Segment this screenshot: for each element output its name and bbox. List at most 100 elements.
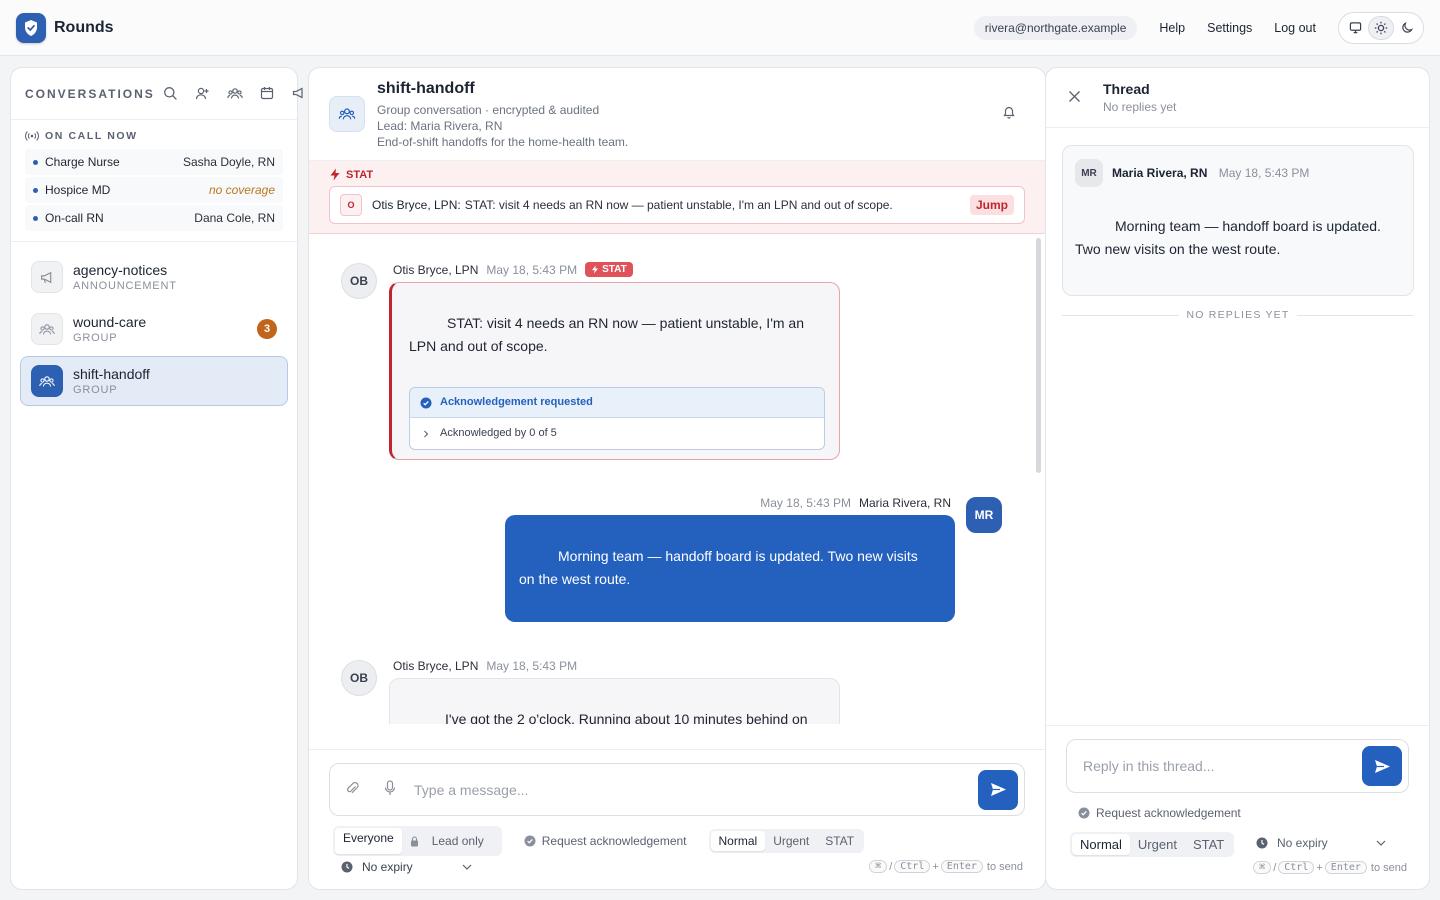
priority-normal[interactable]: Normal — [1072, 834, 1130, 855]
stat-text: STAT: visit 4 needs an RN now — patient … — [464, 198, 893, 212]
message-meta: Otis Bryce, LPN May 18, 5:43 PM — [393, 659, 577, 673]
message-time: May 18, 5:43 PM — [486, 659, 578, 673]
on-call-person: no coverage — [208, 183, 275, 197]
message-text: I've got the 2 o'clock. Running about 10… — [445, 711, 808, 724]
composer: Type a message... Everyone Lead only Req… — [309, 749, 1045, 889]
check-circle-icon — [1078, 807, 1090, 819]
audience-everyone[interactable]: Everyone — [335, 828, 402, 854]
conversation-type: GROUP — [73, 332, 118, 344]
audience-toggle: Everyone Lead only — [333, 826, 502, 856]
stat-label: STAT — [346, 168, 374, 181]
conversation-pane: shift-handoff Group conversation · encry… — [308, 67, 1046, 890]
check-circle-icon — [420, 397, 432, 408]
thread-title: Thread — [1103, 81, 1150, 97]
sidebar: CONVERSATIONS ON CALL NOW Charge Nurse S… — [10, 67, 303, 890]
message-bubble[interactable]: I've got the 2 o'clock. Running about 10… — [389, 678, 840, 724]
bell-icon[interactable] — [1001, 104, 1017, 123]
on-call-role: Charge Nurse — [45, 155, 120, 169]
priority-urgent[interactable]: Urgent — [765, 831, 817, 851]
sun-icon[interactable] — [1368, 15, 1394, 40]
keyboard-hint: ⌘ / Ctrl + Enter to send — [1251, 861, 1407, 874]
conversation-agency-notices[interactable]: agency-notices ANNOUNCEMENT — [20, 252, 288, 302]
keyboard-hint: ⌘ / Ctrl + Enter to send — [867, 860, 1023, 873]
message-bubble[interactable]: Morning team — handoff board is updated.… — [505, 515, 955, 622]
on-call-title: ON CALL NOW — [45, 130, 138, 142]
priority-stat[interactable]: STAT — [817, 831, 862, 851]
conversation-name: agency-notices — [73, 262, 168, 278]
ack-title: Acknowledgement requested — [440, 396, 593, 408]
message-list: OB Otis Bryce, LPN May 18, 5:43 PM STAT … — [309, 234, 1045, 724]
ack-count: Acknowledged by 0 of 5 — [440, 427, 557, 439]
unread-badge: 3 — [257, 319, 277, 339]
thread-panel: Thread No replies yet MR Maria Rivera, R… — [1045, 67, 1431, 891]
request-ack-toggle[interactable]: Request acknowledgement — [1078, 806, 1241, 820]
thread-composer: Reply in this thread... Request acknowle… — [1046, 725, 1431, 891]
ack-expander[interactable]: Acknowledged by 0 of 5 — [410, 418, 824, 449]
settings-link[interactable]: Settings — [1207, 21, 1252, 35]
new-group-icon[interactable] — [219, 86, 251, 101]
message-meta: Maria Rivera, RN May 18, 5:43 PM — [1112, 166, 1309, 180]
message-bubble[interactable]: STAT: visit 4 needs an RN now — patient … — [389, 282, 840, 460]
chevron-down-icon — [462, 864, 472, 870]
logout-link[interactable]: Log out — [1274, 21, 1316, 35]
priority-normal[interactable]: Normal — [710, 831, 766, 851]
message-time: May 18, 5:43 PM — [760, 496, 851, 510]
message-composer: Type a message... — [329, 763, 1025, 816]
chevron-down-icon — [1376, 840, 1386, 846]
shield-logo-icon — [16, 12, 46, 43]
send-button[interactable] — [1362, 746, 1402, 786]
jump-button[interactable]: Jump — [969, 195, 1014, 215]
on-call-row: Hospice MD no coverage — [25, 177, 283, 203]
monitor-icon[interactable] — [1342, 16, 1368, 40]
conversation-name: shift-handoff — [73, 366, 150, 382]
priority-urgent[interactable]: Urgent — [1130, 834, 1185, 855]
group-icon — [31, 365, 63, 397]
conversation-shift-handoff[interactable]: shift-handoff GROUP — [20, 356, 288, 406]
add-person-icon[interactable] — [187, 86, 219, 101]
check-circle-icon — [524, 835, 536, 847]
calendar-icon[interactable] — [251, 86, 283, 101]
channel-lead: Lead: Maria Rivera, RN — [377, 119, 503, 133]
pinned-stat-message[interactable]: O Otis Bryce, LPN: STAT: visit 4 needs a… — [329, 186, 1025, 224]
expiry-select[interactable]: No expiry — [341, 860, 472, 874]
microphone-icon[interactable] — [384, 780, 396, 799]
message-text: Morning team — handoff board is updated.… — [519, 548, 918, 587]
broadcast-icon — [25, 131, 39, 141]
priority-toggle: Normal Urgent STAT — [708, 829, 865, 853]
avatar: O — [340, 194, 362, 216]
lock-icon — [410, 835, 418, 846]
close-icon[interactable] — [1068, 90, 1081, 106]
message-author: Otis Bryce, LPN — [393, 262, 479, 277]
conversation-name: wound-care — [73, 314, 147, 330]
expiry-select[interactable]: No expiry — [1256, 836, 1386, 850]
group-icon — [329, 96, 365, 132]
priority-stat[interactable]: STAT — [1185, 834, 1232, 855]
paperclip-icon[interactable] — [344, 780, 360, 799]
top-bar: Rounds rivera@northgate.example Help Set… — [0, 0, 1440, 56]
message-text: STAT: visit 4 needs an RN now — patient … — [409, 315, 804, 354]
message-input[interactable]: Type a message... — [414, 782, 978, 798]
sidebar-title: CONVERSATIONS — [25, 86, 155, 101]
on-call-role: Hospice MD — [45, 183, 111, 197]
thread-reply-input[interactable]: Reply in this thread... — [1083, 758, 1362, 774]
message-author: Maria Rivera, RN — [1112, 166, 1208, 180]
moon-icon[interactable] — [1394, 16, 1420, 40]
megaphone-icon — [31, 261, 63, 293]
help-link[interactable]: Help — [1159, 21, 1185, 35]
no-replies-divider: NO REPLIES YET — [1062, 309, 1414, 321]
send-button[interactable] — [978, 769, 1018, 810]
search-icon[interactable] — [155, 86, 187, 101]
message-time: May 18, 5:43 PM — [1218, 166, 1310, 180]
message-time: May 18, 5:43 PM — [486, 262, 578, 277]
message-meta: Otis Bryce, LPN May 18, 5:43 PM STAT — [393, 262, 633, 277]
request-ack-toggle[interactable]: Request acknowledgement — [524, 834, 687, 848]
scrollbar[interactable] — [1036, 238, 1041, 473]
theme-switch — [1338, 11, 1424, 44]
avatar: OB — [341, 263, 377, 299]
avatar: MR — [1075, 159, 1103, 187]
stat-badge: STAT — [585, 262, 633, 277]
audience-lead-only[interactable]: Lead only — [402, 828, 500, 854]
channel-description: Group conversation · encrypted & audited — [377, 103, 600, 117]
thread-parent-message: MR Maria Rivera, RN May 18, 5:43 PM Morn… — [1062, 145, 1414, 296]
conversation-wound-care[interactable]: wound-care GROUP 3 — [20, 304, 288, 354]
